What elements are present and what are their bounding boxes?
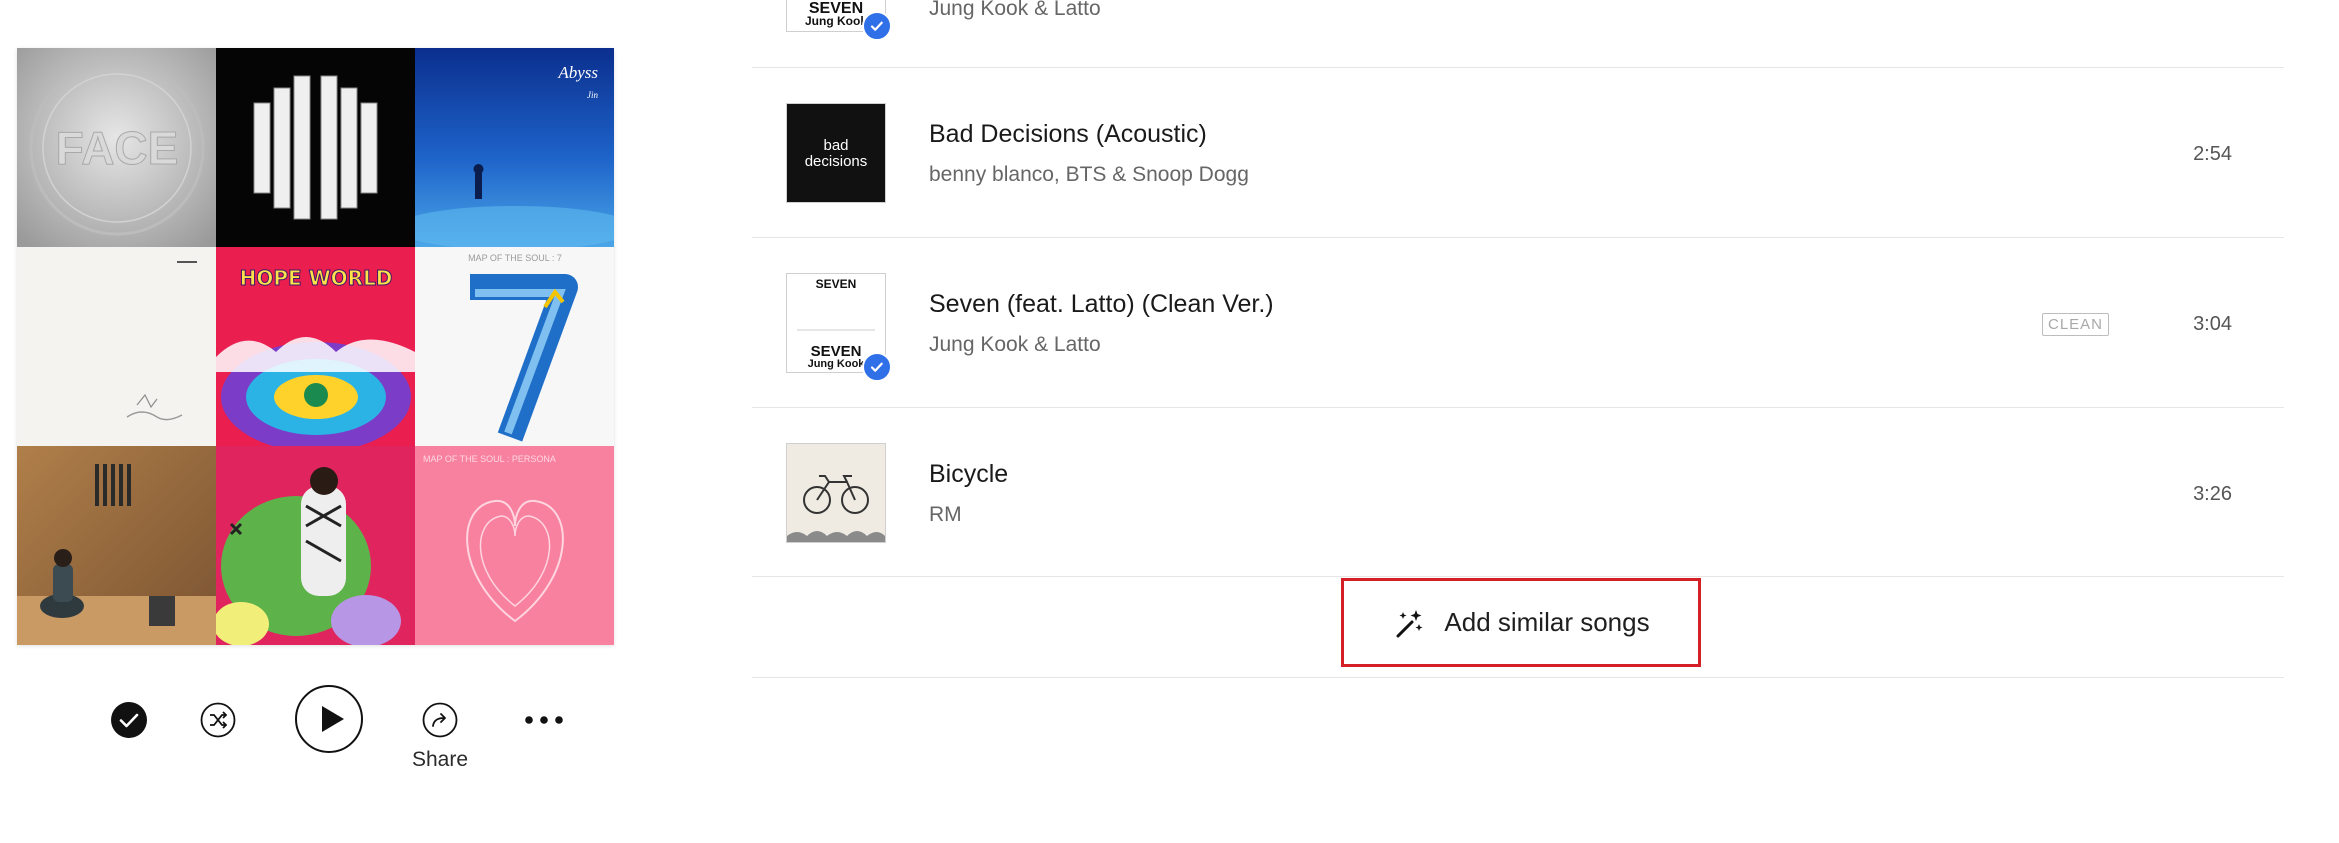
track-row[interactable]: Bicycle RM 3:26 — [752, 408, 2284, 578]
downloaded-check-icon — [862, 352, 892, 382]
svg-text:Jung Kook: Jung Kook — [805, 14, 867, 28]
svg-text:MAP OF THE SOUL : 7: MAP OF THE SOUL : 7 — [468, 253, 562, 263]
play-button[interactable] — [294, 684, 364, 754]
face-album-cover: FACE — [17, 48, 216, 247]
jhope-kaws-cover — [216, 446, 415, 645]
svg-text:Jung Kook: Jung Kook — [808, 358, 866, 370]
more-options-button[interactable] — [521, 705, 567, 735]
check-circle-icon — [111, 702, 147, 738]
track-thumbnail: bad decisions — [786, 103, 886, 203]
share-label: Share — [411, 748, 469, 771]
play-icon — [295, 685, 363, 753]
track-duration: 3:26 — [2193, 483, 2232, 505]
playlist-cover-collage: FACE Abyss Jin HOPE WORLD MAP OF THE SOU… — [17, 48, 614, 645]
share-icon — [422, 702, 458, 738]
add-similar-songs-button[interactable]: Add similar songs — [1341, 578, 1701, 667]
track-artist[interactable]: Jung Kook & Latto — [929, 0, 1101, 21]
track-artist[interactable]: benny blanco, BTS & Snoop Dogg — [929, 163, 1249, 187]
shuffle-icon — [200, 702, 236, 738]
saved-check-button[interactable] — [108, 699, 150, 741]
track-title[interactable]: Seven (feat. Latto) (Clean Ver.) — [929, 290, 1274, 319]
more-horizontal-icon — [525, 716, 563, 724]
track-artist[interactable]: Jung Kook & Latto — [929, 333, 1101, 357]
magic-wand-icon — [1396, 609, 1423, 637]
clean-badge: CLEAN — [2042, 313, 2110, 336]
svg-text:decisions: decisions — [805, 153, 868, 170]
svg-text:HOPE WORLD: HOPE WORLD — [240, 266, 393, 290]
track-row[interactable]: bad decisions Bad Decisions (Acoustic) b… — [752, 68, 2284, 238]
map-of-the-soul-persona-cover: MAP OF THE SOUL : PERSONA — [415, 446, 614, 645]
track-duration: 2:54 — [2193, 143, 2232, 165]
rm-indigo-cover — [17, 247, 216, 446]
track-duration: 3:04 — [2193, 313, 2232, 335]
svg-text:Jin: Jin — [587, 90, 598, 100]
proof-album-cover — [216, 48, 415, 247]
hope-world-cover: HOPE WORLD — [216, 247, 415, 446]
track-artist[interactable]: RM — [929, 503, 962, 527]
svg-text:bad: bad — [823, 137, 848, 154]
track-title[interactable]: Bad Decisions (Acoustic) — [929, 120, 1207, 149]
downloaded-check-icon — [862, 11, 892, 41]
abyss-album-cover: Abyss Jin — [415, 48, 614, 247]
row-divider — [752, 576, 2284, 577]
row-divider — [752, 677, 2284, 678]
map-of-the-soul-7-cover: MAP OF THE SOUL : 7 — [415, 247, 614, 446]
share-button[interactable] — [419, 699, 461, 741]
svg-text:MAP OF THE SOUL : PERSONA: MAP OF THE SOUL : PERSONA — [423, 454, 556, 464]
svg-text:FACE: FACE — [56, 122, 179, 174]
svg-text:Abyss: Abyss — [557, 63, 598, 82]
jung-kook-golden-cover — [17, 446, 216, 645]
track-thumbnail — [786, 443, 886, 543]
track-row[interactable]: SEVEN Jung Kook Jung Kook & Latto — [752, 0, 2284, 67]
track-title[interactable]: Bicycle — [929, 460, 1008, 489]
add-similar-songs-label: Add similar songs — [1444, 607, 1650, 637]
track-row[interactable]: SEVEN SEVEN Jung Kook Seven (feat. Latto… — [752, 238, 2284, 408]
svg-text:SEVEN: SEVEN — [816, 277, 857, 291]
shuffle-button[interactable] — [197, 699, 239, 741]
